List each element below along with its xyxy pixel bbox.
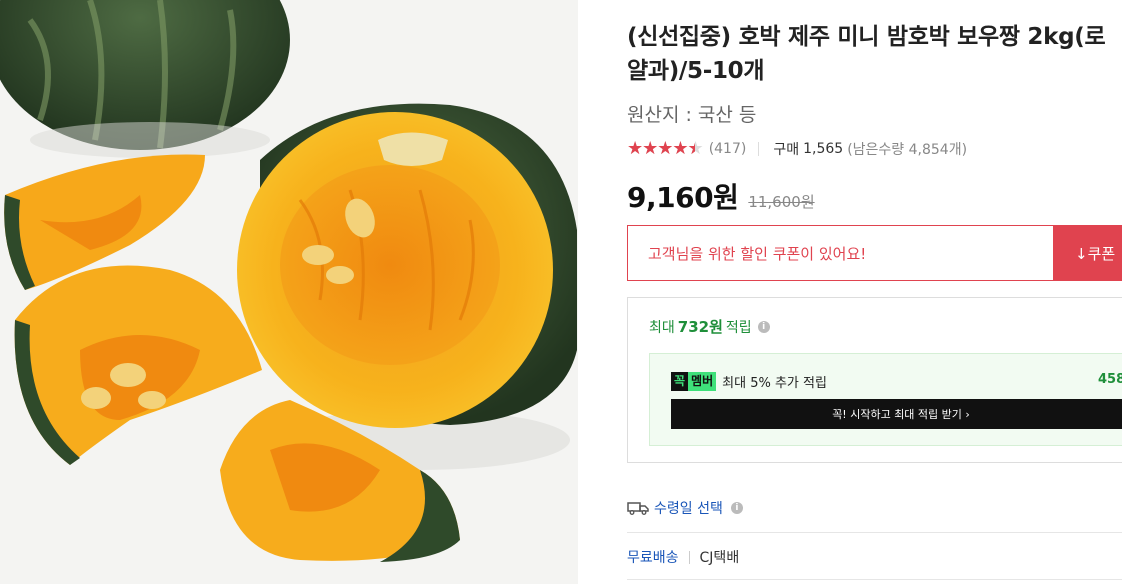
coupon-button-label: ↓쿠폰 [1075,244,1116,263]
delivery-date-label: 수령일 선택 [654,501,723,517]
points-suffix: 적립 [725,319,752,336]
membership-row: 꼭 멤버 최대 5% 추가 적립 [671,372,827,391]
review-count-link[interactable]: (417) [709,141,747,157]
coupon-message: 고객님을 위한 할인 쿠폰이 있어요! [648,244,867,263]
product-origin: 원산지 : 국산 등 [627,104,757,126]
info-icon[interactable]: i [757,320,770,333]
free-shipping-label: 무료배송 [627,550,679,566]
shipping-row: 무료배송 CJ택배 [627,547,739,567]
sale-price: 9,160원 [627,181,739,214]
star-rating-icon[interactable]: ★★★★★ ★★★★★ [627,139,704,159]
product-image[interactable] [0,0,578,584]
original-price: 11,600원 [748,193,815,211]
section-divider [627,579,1122,580]
divider [688,550,690,564]
pumpkin-photo [0,0,578,584]
product-info-panel: (신선집중) 호박 제주 미니 밤호박 보우짱 2kg(로얄과)/5-10개 원… [627,0,1122,584]
points-prefix: 최대 [649,319,675,336]
stock-remaining: (남은수량 4,854개) [847,142,968,158]
divider [758,142,760,156]
rating-row: ★★★★★ ★★★★★ (417) 구매 1,565 (남은수량 4,854개) [627,138,967,160]
membership-text: 최대 5% 추가 적립 [722,376,827,391]
price-row: 9,160원 11,600원 [627,176,815,216]
shipping-carrier: CJ택배 [699,550,740,566]
membership-cta-button[interactable]: 꼭! 시작하고 최대 적립 받기 › [671,399,1122,429]
membership-badge: 꼭 멤버 [671,372,717,391]
membership-points-amount: 458 [1098,372,1122,387]
coupon-banner[interactable]: 고객님을 위한 할인 쿠폰이 있어요! [627,225,1054,281]
points-box: 최대 732원 적립 i 꼭 멤버 최대 5% 추가 적립 458 꼭! 시작하… [627,297,1122,463]
badge-part1: 꼭 [671,372,689,391]
purchase-label: 구매 [773,142,800,158]
badge-part2: 멤버 [688,372,717,391]
purchase-count: 1,565 [803,141,844,157]
membership-box: 꼭 멤버 최대 5% 추가 적립 458 꼭! 시작하고 최대 적립 받기 › [649,353,1122,446]
max-points: 최대 732원 적립 i [649,316,770,337]
stars-filled: ★★★★★ [627,139,695,159]
delivery-date-selector[interactable]: 수령일 선택 i [627,498,743,518]
truck-icon [627,502,649,515]
points-amount: 732원 [677,318,723,336]
info-icon[interactable]: i [730,502,743,514]
product-title: (신선집중) 호박 제주 미니 밤호박 보우짱 2kg(로얄과)/5-10개 [627,24,1106,84]
coupon-download-button[interactable]: ↓쿠폰 [1053,225,1122,281]
section-divider [627,532,1122,533]
